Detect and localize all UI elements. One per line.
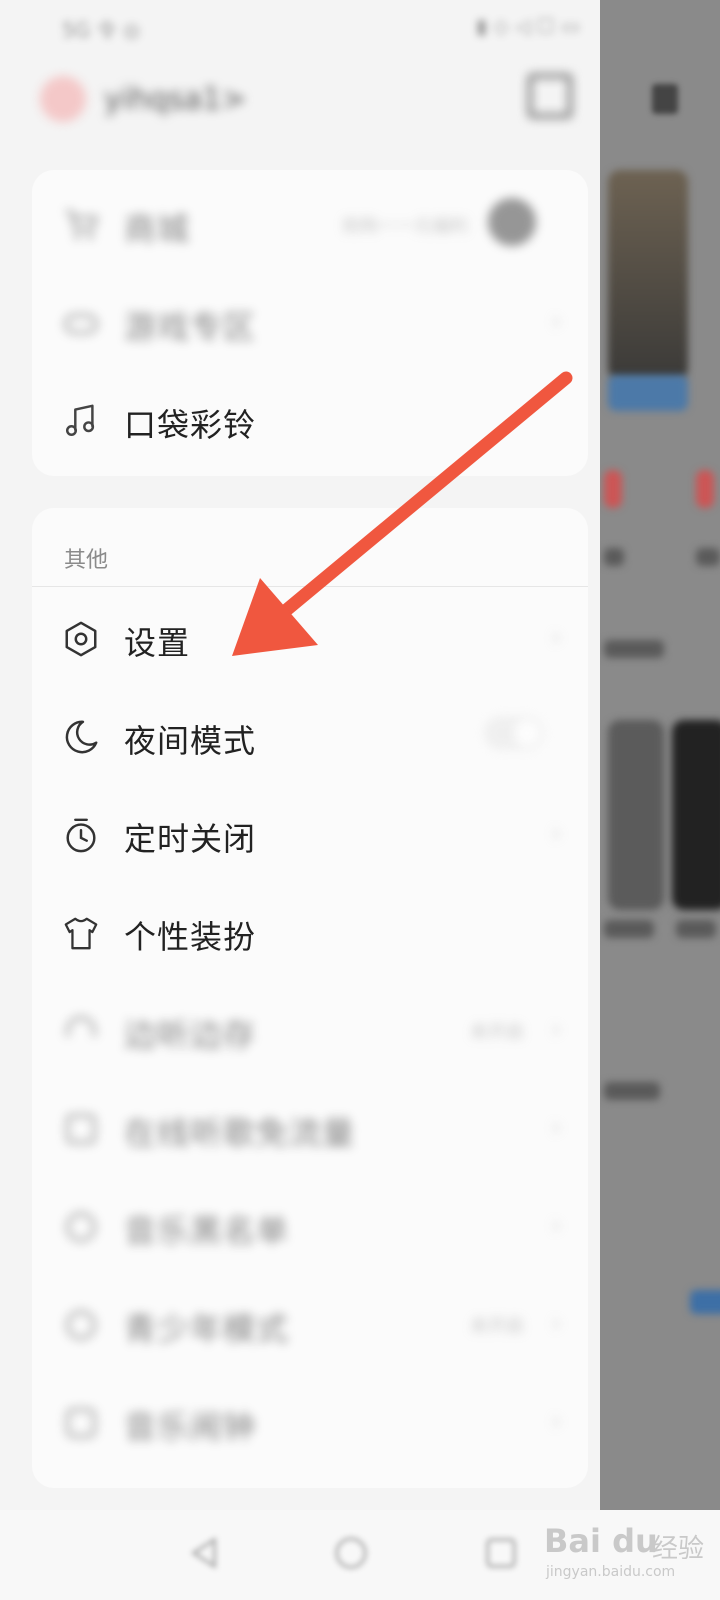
chevron-right-icon: › — [550, 1208, 562, 1241]
background-card — [672, 720, 720, 910]
menu-item-label: 口袋彩铃 — [124, 406, 257, 444]
menu-item-label: 夜间模式 — [124, 722, 257, 760]
gamepad-icon — [64, 313, 98, 334]
status-right: ▮ ◇ ◁ ☐ ▭ — [475, 14, 580, 38]
watermark-url: jingyan.baidu.com — [546, 1564, 676, 1580]
username[interactable]: yihqsa1> — [104, 82, 246, 117]
background-text — [604, 640, 664, 658]
background-text — [676, 920, 716, 938]
menu-item-meta: 抢购一一元福利 — [342, 216, 468, 237]
background-app-overlay[interactable] — [600, 0, 720, 1600]
teen-icon — [66, 1310, 96, 1340]
menu-item-label: 音乐闹钟 — [124, 1408, 257, 1446]
tshirt-icon — [64, 917, 98, 950]
menu-item-night-mode[interactable]: 夜间模式 — [32, 686, 588, 784]
background-album-art — [608, 170, 688, 380]
chevron-right-icon: › — [550, 1012, 562, 1045]
recents-icon[interactable] — [482, 1534, 520, 1572]
status-bar: 5G 令 ◎ ▮ ◇ ◁ ☐ ▭ — [0, 0, 600, 48]
chevron-right-icon: › — [550, 1306, 562, 1339]
data-icon — [66, 1114, 96, 1144]
headphone-icon — [66, 1016, 96, 1037]
chevron-right-icon: › — [550, 304, 562, 337]
menu-item-ringtone[interactable]: 口袋彩铃 — [32, 370, 588, 468]
menu-item-store[interactable]: 商城 抢购一一元福利 — [32, 174, 588, 272]
background-card — [608, 720, 664, 910]
timer-icon — [66, 818, 96, 853]
background-text — [696, 548, 720, 566]
menu-item-blacklist[interactable]: 音乐黑名单 › — [32, 1176, 588, 1274]
cart-icon — [65, 210, 99, 240]
section-title: 其他 — [64, 548, 109, 573]
menu-item-label: 音乐黑名单 — [124, 1212, 290, 1250]
moon-icon — [65, 720, 98, 754]
chevron-right-icon: › — [550, 816, 562, 849]
menu-item-timer[interactable]: 定时关闭 › — [32, 784, 588, 882]
background-button — [690, 1290, 720, 1314]
settings-hexagon-icon — [65, 621, 97, 657]
background-app-icon — [652, 84, 678, 114]
menu-item-label: 在线听歌免流量 — [124, 1114, 356, 1152]
menu-item-label: 边听边存 — [124, 1016, 257, 1054]
menu-item-label: 个性装扮 — [124, 918, 257, 956]
night-mode-toggle[interactable] — [484, 716, 544, 750]
drawer-header[interactable]: yihqsa1> — [0, 56, 600, 146]
watermark: Bai du 经验 jingyan.baidu.com — [540, 1508, 720, 1598]
chevron-right-icon: › — [550, 1404, 562, 1437]
menu-card-services: 商城 抢购一一元福利 游戏专区 › 口袋彩铃 — [32, 170, 588, 476]
menu-item-label: 青少年模式 — [124, 1310, 290, 1348]
watermark-logo: Bai du — [544, 1522, 658, 1560]
watermark-text: 经验 — [652, 1534, 705, 1564]
menu-item-free-data[interactable]: 在线听歌免流量 › — [32, 1078, 588, 1176]
scan-icon[interactable] — [528, 74, 572, 118]
background-text — [604, 548, 624, 566]
menu-item-listen-save[interactable]: 边听边存 未开启 › — [32, 980, 588, 1078]
menu-item-teen-mode[interactable]: 青少年模式 未开启 › — [32, 1274, 588, 1372]
alarm-icon — [66, 1408, 96, 1438]
menu-item-meta: 未开启 — [470, 1022, 524, 1043]
background-text — [604, 1082, 660, 1100]
background-text — [604, 920, 654, 938]
menu-item-label: 定时关闭 — [124, 820, 257, 858]
menu-item-meta: 未开启 — [470, 1316, 524, 1337]
menu-card-other: 其他 设置 › 夜间模式 定时关闭 › 个性装扮 边听边存 未开启 › 在线听歌… — [32, 508, 588, 1488]
menu-item-label: 游戏专区 — [124, 308, 257, 346]
avatar[interactable] — [40, 76, 86, 122]
menu-item-theme[interactable]: 个性装扮 — [32, 882, 588, 980]
chevron-right-icon: › — [550, 1110, 562, 1143]
background-album-tag — [608, 375, 688, 411]
home-icon[interactable] — [332, 1534, 370, 1572]
back-icon[interactable] — [186, 1534, 224, 1572]
music-note-icon — [65, 404, 95, 437]
menu-item-label: 商城 — [124, 210, 191, 248]
chevron-right-icon: › — [550, 620, 562, 653]
background-red-mark — [604, 470, 622, 508]
promo-avatar — [488, 198, 536, 246]
background-red-mark — [696, 470, 714, 508]
section-divider — [32, 586, 588, 587]
menu-item-game[interactable]: 游戏专区 › — [32, 272, 588, 370]
block-icon — [66, 1212, 96, 1242]
menu-item-label: 设置 — [124, 624, 191, 662]
side-drawer: 5G 令 ◎ ▮ ◇ ◁ ☐ ▭ yihqsa1> 商城 抢购一一元福利 游戏专… — [0, 0, 600, 1600]
status-left: 5G 令 ◎ — [62, 18, 141, 42]
menu-item-alarm[interactable]: 音乐闹钟 › — [32, 1372, 588, 1470]
menu-item-settings[interactable]: 设置 › — [32, 588, 588, 686]
